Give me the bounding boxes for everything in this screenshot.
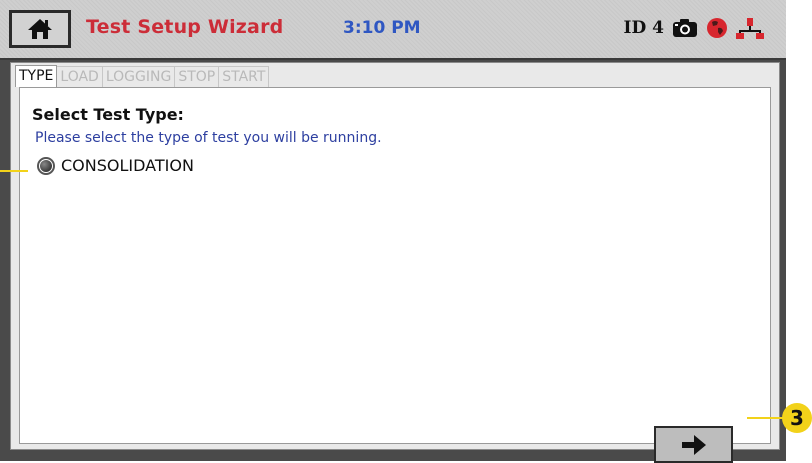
status-area: ID 4: [624, 13, 764, 43]
next-button[interactable]: [654, 426, 733, 463]
device-screen: Test Setup Wizard 3:10 PM ID 4 TYPE LOAD…: [0, 0, 786, 463]
globe-icon: [706, 17, 728, 39]
tab-stop[interactable]: STOP: [174, 66, 220, 87]
test-type-option-consolidation[interactable]: CONSOLIDATION: [37, 156, 194, 175]
callout-badge: 3: [782, 403, 812, 433]
radio-selected-dot: [40, 159, 52, 172]
camera-icon: [672, 18, 698, 38]
tab-content: Select Test Type: Please select the type…: [19, 87, 771, 463]
radio-button[interactable]: [37, 156, 55, 175]
wizard-panel: TYPE LOAD LOGGING STOP START Select Test…: [10, 62, 780, 463]
home-icon: [27, 18, 53, 40]
network-icon: [736, 16, 764, 40]
callout-line-option: [0, 170, 28, 172]
option-label: CONSOLIDATION: [61, 156, 194, 175]
title-bar: Test Setup Wizard 3:10 PM ID 4: [0, 0, 786, 60]
arrow-right-icon: [681, 434, 707, 456]
tab-load[interactable]: LOAD: [56, 66, 103, 87]
callout-line-next: [747, 417, 785, 419]
device-id: ID 4: [623, 18, 664, 38]
tab-logging[interactable]: LOGGING: [101, 66, 176, 87]
home-button[interactable]: [9, 10, 71, 48]
clock: 3:10 PM: [343, 18, 421, 38]
app-title: Test Setup Wizard: [86, 16, 284, 38]
tab-start[interactable]: START: [218, 66, 270, 87]
wizard-tabs: TYPE LOAD LOGGING STOP START: [15, 65, 270, 87]
section-heading: Select Test Type:: [32, 105, 184, 124]
section-instructions: Please select the type of test you will …: [35, 130, 382, 146]
tab-type[interactable]: TYPE: [15, 65, 58, 87]
